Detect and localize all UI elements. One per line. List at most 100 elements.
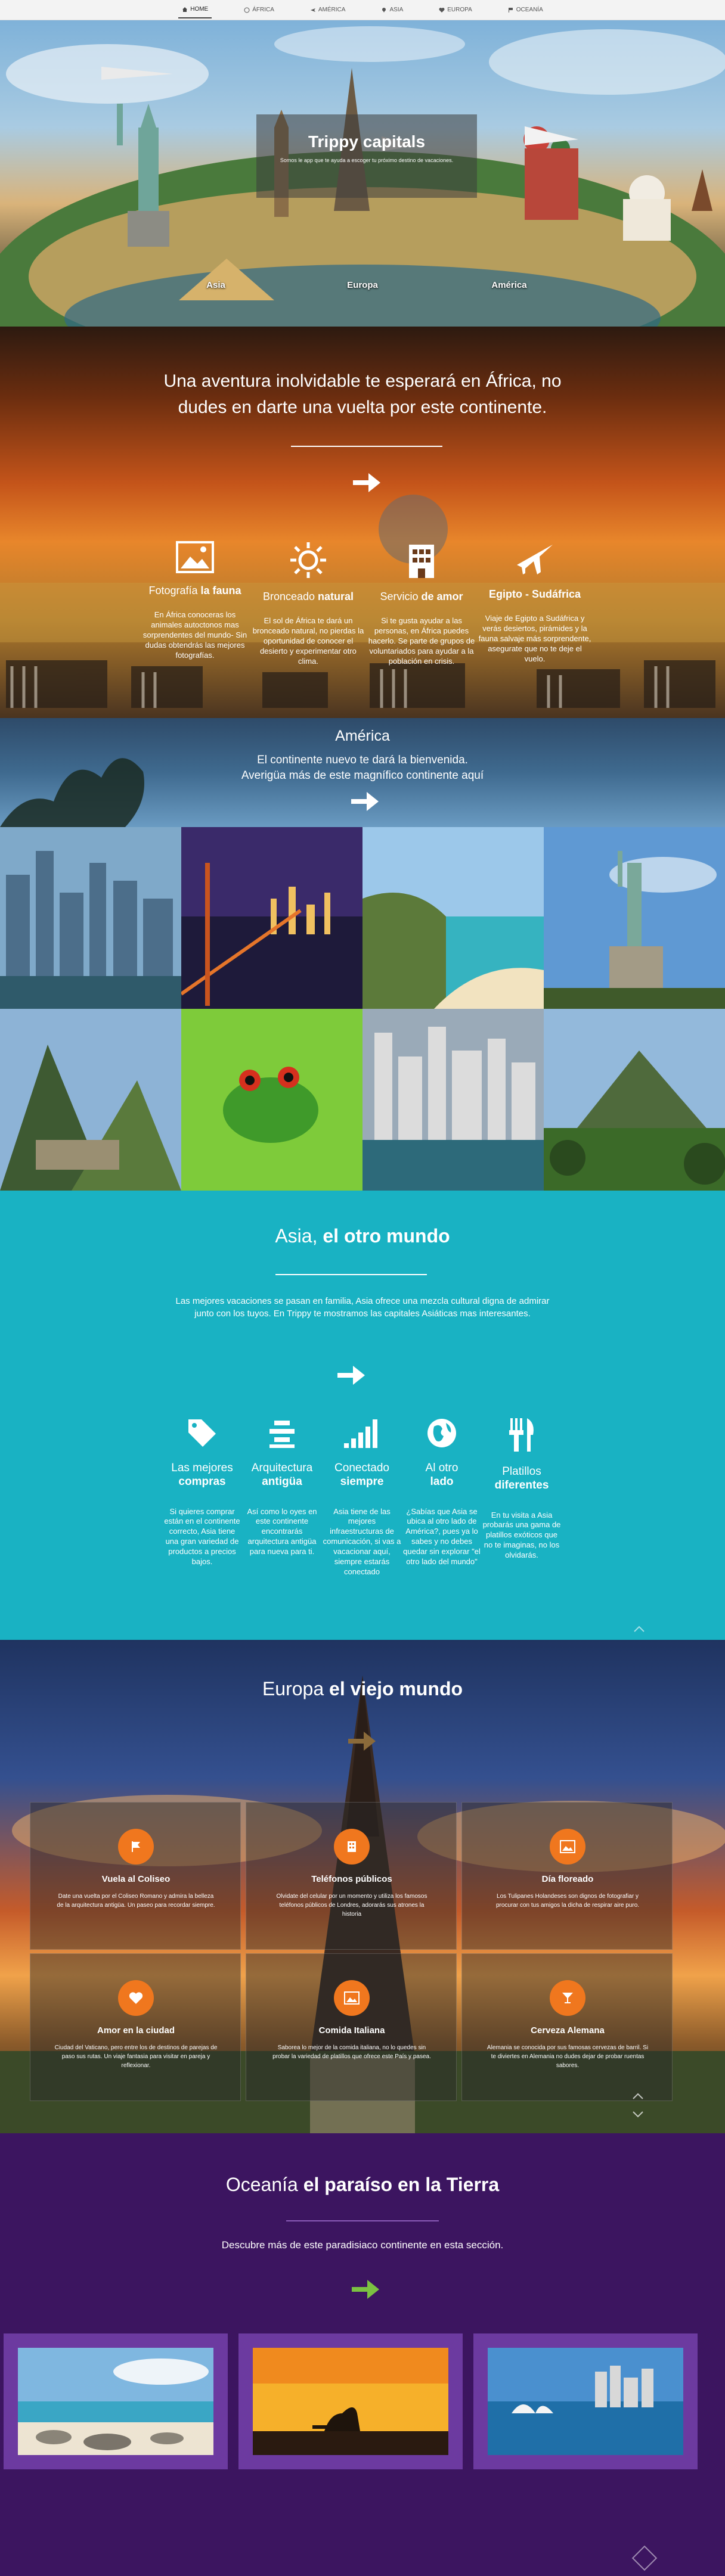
asia-lead: Las mejores vacaciones se pasan en famil…: [175, 1296, 550, 1319]
right-arrow-icon[interactable]: [351, 471, 382, 495]
photo-kangaroo-sunset: [253, 2348, 448, 2455]
asia-feature: Al otro lado ¿Sabías que Asia se ubica al…: [402, 1417, 482, 1577]
asia-section: Asia, el otro mundo Las mejores vacacion…: [0, 1191, 725, 1640]
asia-feature: Arquitectura antigüa Así como lo oyes en …: [242, 1417, 322, 1577]
photo-statue-of-liberty[interactable]: [544, 827, 725, 1009]
nav-item-america[interactable]: AMÉRICA: [306, 2, 349, 18]
card-description: Ciudad del Vaticano, pero entre los de d…: [54, 2044, 218, 2069]
feature-title: Conectado siempre: [334, 1462, 389, 1488]
heart-icon: [439, 7, 445, 13]
oceania-section: Oceanía el paraíso en la Tierra Descubre…: [0, 2133, 725, 2576]
signal-icon: [344, 1419, 377, 1448]
heart-icon: [118, 1980, 154, 2016]
asia-feature: Platillos diferentes En tu visita a Asia …: [482, 1417, 562, 1577]
building-icon: [409, 545, 434, 578]
hero-link-america[interactable]: América: [436, 280, 583, 290]
photo-aerial-city[interactable]: [362, 1009, 544, 1191]
card-description: Saborea lo mejor de la comida italiana, …: [272, 2044, 431, 2060]
feature-description: Si quieres comprar están en el continent…: [164, 1506, 240, 1567]
image-icon: [550, 1829, 585, 1865]
nav-item-home[interactable]: HOME: [178, 1, 212, 18]
hero-title: Trippy capitals: [308, 132, 426, 151]
asia-divider: [275, 1274, 427, 1275]
hero-subtitle: Somos le app que te ayuda a escoger tu p…: [280, 157, 454, 163]
nav-item-label: ÁFRICA: [252, 7, 274, 13]
photo-city-skyline[interactable]: [0, 827, 181, 1009]
cutlery-icon: [509, 1418, 534, 1452]
photo-volcano[interactable]: [544, 1009, 725, 1191]
europe-card[interactable]: Teléfonos públicos Olvidate del celular …: [246, 1802, 457, 1950]
layers-icon: [269, 1421, 295, 1448]
europe-card[interactable]: Amor en la ciudad Ciudad del Vaticano, p…: [30, 1953, 241, 2101]
europe-title: Europa el viejo mundo: [262, 1678, 463, 1699]
feature-description: En África conoceras los animales autocto…: [142, 610, 247, 660]
nav-item-oceania[interactable]: OCEANÍA: [504, 2, 547, 18]
africa-lead-bold: África,: [485, 371, 537, 391]
feature-title: Al otro lado: [425, 1462, 458, 1488]
europe-card[interactable]: Cerveza Alemana Alemania se conocida por…: [461, 1953, 673, 2101]
hero-link-asia[interactable]: Asia: [142, 280, 289, 290]
card-title: Amor en la ciudad: [97, 2025, 175, 2036]
europe-card[interactable]: Vuela al Coliseo Date una vuelta por el …: [30, 1802, 241, 1950]
hero-link-europe[interactable]: Europa: [289, 280, 436, 290]
flag-icon: [118, 1829, 154, 1865]
oceania-lead: Descubre más de este paradisiaco contine…: [221, 2239, 504, 2251]
oceania-card-kangaroo[interactable]: [238, 2333, 463, 2469]
feature-title: Bronceado natural: [262, 591, 354, 602]
plane-icon: [310, 8, 315, 12]
america-line-1: El continente nuevo te dará la bienvenid…: [257, 754, 468, 766]
nav-item-africa[interactable]: ÁFRICA: [240, 2, 278, 18]
hero-title-box: Trippy capitals Somos le app que te ayud…: [256, 114, 477, 198]
nav-item-label: OCEANÍA: [516, 7, 543, 13]
photo-sydney-harbour: [488, 2348, 683, 2455]
nav-item-label: ASIA: [389, 7, 404, 13]
pin-icon: [382, 7, 386, 13]
cocktail-icon: [550, 1980, 585, 2016]
top-nav: HOME ÁFRICA AMÉRICA ASIA EUROPA OCEANÍA: [0, 0, 725, 20]
hero-links: Asia Europa América: [0, 280, 725, 290]
nav-item-asia[interactable]: ASIA: [377, 2, 407, 18]
right-arrow-icon[interactable]: [346, 1729, 377, 1753]
nav-item-europe[interactable]: EUROPA: [435, 2, 476, 18]
oceania-card-beach[interactable]: [4, 2333, 228, 2469]
chevron-down-icon[interactable]: [632, 2111, 644, 2119]
africa-feature: Servicio de amor Si te gusta ayudar a la…: [365, 541, 478, 666]
chevron-up-icon[interactable]: [632, 2092, 644, 2100]
right-arrow-icon[interactable]: [349, 2277, 380, 2301]
flag-icon: [508, 7, 513, 13]
card-description: Los Tulipanes Holandeses son dignos de f…: [495, 1893, 640, 1909]
building-icon: [334, 1829, 370, 1865]
feature-title: Servicio de amor: [380, 591, 463, 602]
photo-bridge-night[interactable]: [181, 827, 362, 1009]
asia-feature: Conectado siempre Asia tiene de las mejor…: [322, 1417, 402, 1577]
right-arrow-icon[interactable]: [335, 1363, 366, 1387]
feature-description: Si te gusta ayudar a las personas, en Áf…: [368, 616, 475, 666]
america-line-2: Averigüa más de este magnífico continent…: [241, 769, 484, 782]
africa-features: Fotografía la fauna En África conoceras …: [138, 541, 591, 666]
america-subtitle: El continente nuevo te dará la bienvenid…: [0, 753, 725, 783]
home-icon: [182, 7, 188, 12]
right-arrow-icon[interactable]: [349, 790, 380, 813]
europe-card[interactable]: Día floreado Los Tulipanes Holandeses so…: [461, 1802, 673, 1950]
nav-item-label: EUROPA: [447, 7, 472, 13]
photo-red-eyed-frog[interactable]: [181, 1009, 362, 1191]
feature-description: En tu visita a Asia probarás una gama de…: [482, 1510, 561, 1560]
america-title: América: [335, 728, 390, 744]
card-description: Date una vuelta por el Coliseo Romano y …: [57, 1893, 215, 1909]
oceania-card-sydney[interactable]: [473, 2333, 698, 2469]
card-title: Teléfonos públicos: [311, 1874, 392, 1884]
globe-icon: [244, 7, 250, 13]
photo-beach-cliffs[interactable]: [362, 827, 544, 1009]
europe-card[interactable]: Comida Italiana Saborea lo mejor de la c…: [246, 1953, 457, 2101]
asia-feature: Las mejores compras Si quieres comprar es…: [162, 1417, 242, 1577]
feature-title: Egipto - Sudáfrica: [488, 588, 581, 600]
europe-section: Europa el viejo mundo Vuela al Coliseo D…: [0, 1640, 725, 2133]
card-description: Alemania se conocida por sus famosas cer…: [487, 2044, 649, 2069]
nav-item-label: AMÉRICA: [318, 7, 346, 13]
photo-machu-picchu[interactable]: [0, 1009, 181, 1191]
feature-title: Arquitectura antigüa: [251, 1462, 313, 1488]
chevron-up-icon[interactable]: [633, 1624, 645, 1633]
oceania-title: Oceanía el paraíso en la Tierra: [225, 2174, 500, 2195]
africa-lead-text: Una aventura inolvidable te esperará en: [163, 371, 486, 391]
feature-description: Así como lo oyes en este continente enco…: [247, 1506, 317, 1556]
